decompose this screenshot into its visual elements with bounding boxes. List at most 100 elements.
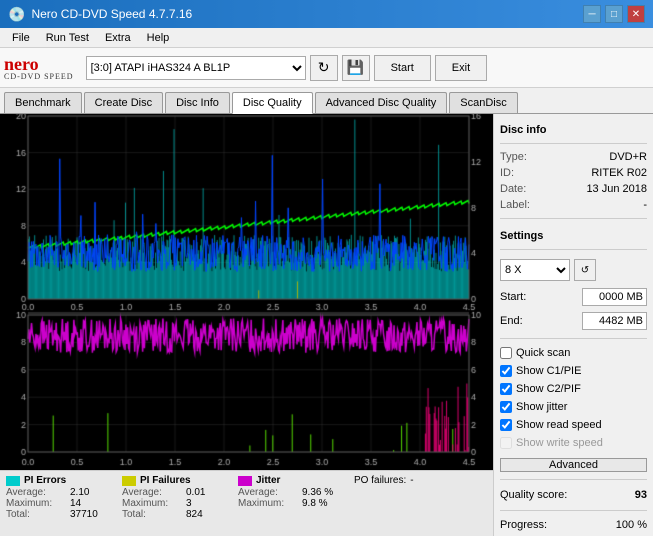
menu-file[interactable]: File bbox=[4, 30, 38, 46]
legend-jitter: Jitter Average: 9.36 % Maximum: 9.8 % bbox=[238, 475, 342, 509]
show-read-speed-checkbox[interactable] bbox=[500, 419, 512, 431]
show-c1-pie-label: Show C1/PIE bbox=[516, 365, 581, 377]
menubar: File Run Test Extra Help bbox=[0, 28, 653, 48]
show-c2-pif-label: Show C2/PIF bbox=[516, 383, 581, 395]
menu-help[interactable]: Help bbox=[139, 30, 178, 46]
titlebar-title: 💿 Nero CD-DVD Speed 4.7.7.16 bbox=[8, 6, 192, 23]
disc-type-row: Type: DVD+R bbox=[500, 151, 647, 163]
pi-failures-color bbox=[122, 476, 136, 486]
pi-errors-max-label: Maximum: bbox=[6, 498, 66, 509]
speed-row: 8 X 4 X 2 X 1 X ↺ bbox=[500, 259, 647, 281]
minimize-button[interactable]: ─ bbox=[583, 5, 601, 23]
disc-date-row: Date: 13 Jun 2018 bbox=[500, 183, 647, 195]
exit-button[interactable]: Exit bbox=[435, 55, 487, 81]
titlebar-controls: ─ □ ✕ bbox=[583, 5, 645, 23]
advanced-button[interactable]: Advanced bbox=[500, 458, 647, 472]
menu-run-test[interactable]: Run Test bbox=[38, 30, 97, 46]
refresh-icon[interactable]: ↻ bbox=[310, 55, 338, 81]
show-write-speed-row: Show write speed bbox=[500, 437, 647, 449]
quality-score-value: 93 bbox=[635, 489, 647, 501]
toolbar: nero CD-DVD SPEED [3:0] ATAPI iHAS324 A … bbox=[0, 48, 653, 88]
show-write-speed-checkbox bbox=[500, 437, 512, 449]
settings-icon-btn[interactable]: ↺ bbox=[574, 259, 596, 281]
divider-1 bbox=[500, 143, 647, 144]
disc-label-row: Label: - bbox=[500, 199, 647, 211]
divider-5 bbox=[500, 479, 647, 480]
disc-date-value: 13 Jun 2018 bbox=[586, 183, 647, 195]
show-jitter-checkbox[interactable] bbox=[500, 401, 512, 413]
tab-benchmark[interactable]: Benchmark bbox=[4, 92, 82, 113]
menu-extra[interactable]: Extra bbox=[97, 30, 139, 46]
legend-area: PI Errors Average: 2.10 Maximum: 14 Tota… bbox=[0, 470, 493, 536]
speed-select[interactable]: 8 X 4 X 2 X 1 X bbox=[500, 259, 570, 281]
start-button[interactable]: Start bbox=[374, 55, 431, 81]
progress-value: 100 % bbox=[616, 519, 647, 531]
show-jitter-label: Show jitter bbox=[516, 401, 567, 413]
pi-failures-total-label: Total: bbox=[122, 509, 182, 520]
divider-3 bbox=[500, 249, 647, 250]
disc-type-value: DVD+R bbox=[609, 151, 647, 163]
disc-type-label: Type: bbox=[500, 151, 527, 163]
divider-6 bbox=[500, 510, 647, 511]
tab-bar: Benchmark Create Disc Disc Info Disc Qua… bbox=[0, 88, 653, 114]
pi-failures-avg-label: Average: bbox=[122, 487, 182, 498]
show-c1-pie-checkbox[interactable] bbox=[500, 365, 512, 377]
tab-create-disc[interactable]: Create Disc bbox=[84, 92, 163, 113]
pi-errors-total-value: 37710 bbox=[70, 509, 110, 520]
show-c2-pif-checkbox[interactable] bbox=[500, 383, 512, 395]
pi-errors-max-value: 14 bbox=[70, 498, 110, 509]
tab-advanced-disc-quality[interactable]: Advanced Disc Quality bbox=[315, 92, 448, 113]
disc-id-row: ID: RITEK R02 bbox=[500, 167, 647, 179]
tab-scandisc[interactable]: ScanDisc bbox=[449, 92, 517, 113]
settings-title: Settings bbox=[500, 230, 647, 242]
po-failures-label: PO failures: bbox=[354, 475, 406, 486]
start-mb-row: Start: bbox=[500, 288, 647, 306]
jitter-max-label: Maximum: bbox=[238, 498, 298, 509]
disc-label-label: Label: bbox=[500, 199, 530, 211]
jitter-color bbox=[238, 476, 252, 486]
start-mb-input[interactable] bbox=[582, 288, 647, 306]
close-button[interactable]: ✕ bbox=[627, 5, 645, 23]
show-read-speed-label: Show read speed bbox=[516, 419, 602, 431]
pi-failures-total-value: 824 bbox=[186, 509, 226, 520]
end-mb-row: End: bbox=[500, 312, 647, 330]
pi-errors-avg-value: 2.10 bbox=[70, 487, 110, 498]
tab-disc-quality[interactable]: Disc Quality bbox=[232, 92, 313, 114]
show-read-speed-row: Show read speed bbox=[500, 419, 647, 431]
pi-failures-avg-value: 0.01 bbox=[186, 487, 226, 498]
pi-errors-label: PI Errors bbox=[24, 475, 66, 486]
po-failures-value: - bbox=[410, 475, 413, 486]
drive-select[interactable]: [3:0] ATAPI iHAS324 A BL1P bbox=[86, 56, 306, 80]
disc-info-title: Disc info bbox=[500, 124, 647, 136]
jitter-max-value: 9.8 % bbox=[302, 498, 342, 509]
jitter-label: Jitter bbox=[256, 475, 280, 486]
maximize-button[interactable]: □ bbox=[605, 5, 623, 23]
pi-errors-total-label: Total: bbox=[6, 509, 66, 520]
disc-label-value: - bbox=[643, 199, 647, 211]
quality-score-row: Quality score: 93 bbox=[500, 489, 647, 501]
end-mb-input[interactable] bbox=[582, 312, 647, 330]
show-jitter-row: Show jitter bbox=[500, 401, 647, 413]
chart-canvas bbox=[0, 114, 493, 470]
quick-scan-label: Quick scan bbox=[516, 347, 570, 359]
chart-area: PI Errors Average: 2.10 Maximum: 14 Tota… bbox=[0, 114, 493, 536]
app-title: Nero CD-DVD Speed 4.7.7.16 bbox=[31, 7, 192, 21]
show-write-speed-label: Show write speed bbox=[516, 437, 603, 449]
quick-scan-checkbox[interactable] bbox=[500, 347, 512, 359]
pi-failures-max-label: Maximum: bbox=[122, 498, 182, 509]
jitter-avg-value: 9.36 % bbox=[302, 487, 342, 498]
pi-errors-color bbox=[6, 476, 20, 486]
progress-row: Progress: 100 % bbox=[500, 519, 647, 531]
save-icon[interactable]: 💾 bbox=[342, 55, 370, 81]
tab-disc-info[interactable]: Disc Info bbox=[165, 92, 230, 113]
pi-errors-avg-label: Average: bbox=[6, 487, 66, 498]
pi-failures-label: PI Failures bbox=[140, 475, 191, 486]
show-c2-pif-row: Show C2/PIF bbox=[500, 383, 647, 395]
divider-2 bbox=[500, 218, 647, 219]
app-icon: 💿 bbox=[8, 6, 25, 23]
titlebar: 💿 Nero CD-DVD Speed 4.7.7.16 ─ □ ✕ bbox=[0, 0, 653, 28]
quality-score-label: Quality score: bbox=[500, 489, 567, 501]
quick-scan-row: Quick scan bbox=[500, 347, 647, 359]
start-mb-label: Start: bbox=[500, 291, 526, 303]
disc-id-value: RITEK R02 bbox=[591, 167, 647, 179]
